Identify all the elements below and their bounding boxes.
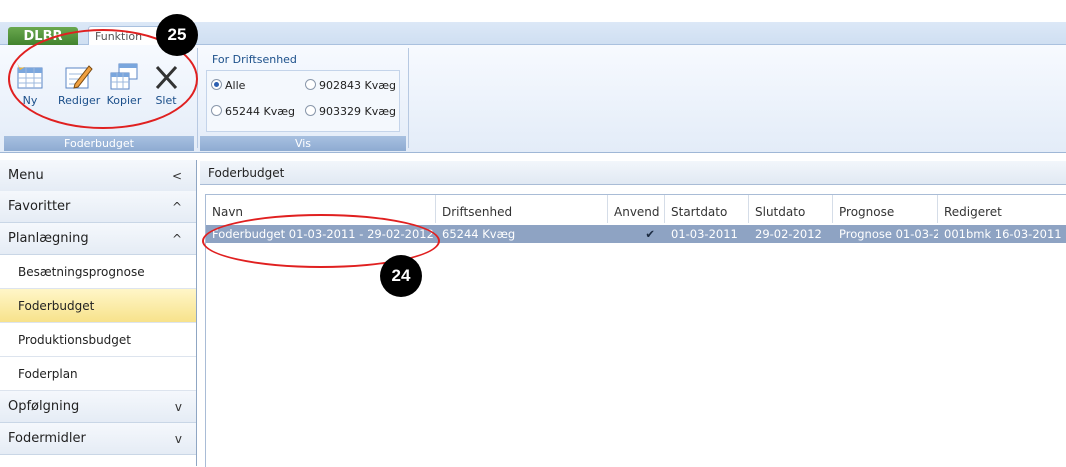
cell-redigeret: 001bmk 16-03-2011	[944, 227, 1062, 241]
radio-label: 903329 Kvæg	[319, 105, 396, 118]
nav-section-label: Fodermidler	[8, 431, 86, 446]
column-header-prognose[interactable]: Prognose	[833, 195, 938, 223]
chevron-down-icon: v	[174, 400, 182, 414]
radio-dot-icon	[305, 105, 316, 116]
radio-alle[interactable]: Alle	[211, 79, 245, 92]
nav-section-planlaegning[interactable]: Planlægning ^	[0, 223, 196, 255]
chevron-down-icon: v	[174, 432, 182, 446]
nav-section-label: Favoritter	[8, 199, 71, 214]
radio-dot-icon	[211, 105, 222, 116]
page-title: Foderbudget	[200, 161, 1066, 185]
ribbon-group-separator	[408, 48, 409, 148]
radio-65244[interactable]: 65244 Kvæg	[211, 105, 295, 118]
cell-startdato: 01-03-2011	[671, 227, 738, 241]
nav-item-foderbudget[interactable]: Foderbudget	[0, 289, 196, 323]
radio-902843[interactable]: 902843 Kvæg	[305, 79, 396, 92]
callout-badge-25: 25	[156, 14, 198, 56]
nav-item-besaetningsprognose[interactable]: Besætningsprognose	[0, 255, 196, 289]
column-header-driftsenhed[interactable]: Driftsenhed	[436, 195, 608, 223]
cell-prognose: Prognose 01-03-2011	[839, 227, 938, 241]
nav-section-fodermidler[interactable]: Fodermidler v	[0, 423, 196, 455]
nav-item-produktionsbudget[interactable]: Produktionsbudget	[0, 323, 196, 357]
group-footer-vis: Vis	[200, 136, 406, 151]
column-header-anvend[interactable]: Anvend	[608, 195, 665, 223]
collapse-menu-icon[interactable]: <	[172, 160, 182, 192]
chevron-up-icon: ^	[171, 200, 182, 214]
radio-dot-icon	[305, 79, 316, 90]
checkmark-icon[interactable]: ✔	[608, 225, 665, 243]
group-footer-foderbudget: Foderbudget	[4, 136, 194, 151]
radio-dot-icon	[211, 79, 222, 90]
navigation-pane: Menu < Favoritter ^ Planlægning ^ Besætn…	[0, 160, 197, 466]
ribbon-group-separator	[197, 48, 198, 148]
nav-section-label: Planlægning	[8, 231, 89, 246]
vis-group-title: For Driftsenhed	[212, 53, 297, 66]
radio-label: 902843 Kvæg	[319, 79, 396, 92]
nav-section-label: Opfølgning	[8, 399, 80, 414]
radio-903329[interactable]: 903329 Kvæg	[305, 105, 396, 118]
column-header-startdato[interactable]: Startdato	[665, 195, 749, 223]
radio-label: Alle	[225, 79, 246, 92]
column-header-slutdato[interactable]: Slutdato	[749, 195, 833, 223]
chevron-up-icon: ^	[171, 232, 182, 246]
callout-badge-24: 24	[380, 255, 422, 297]
nav-section-favoritter[interactable]: Favoritter ^	[0, 191, 196, 223]
menu-header: Menu <	[0, 160, 196, 192]
driftsenhed-radio-group: Alle 902843 Kvæg 65244 Kvæg 903329 Kvæg	[206, 70, 400, 132]
column-header-redigeret[interactable]: Redigeret	[938, 195, 1066, 223]
radio-label: 65244 Kvæg	[225, 105, 295, 118]
nav-section-opfoelgning[interactable]: Opfølgning v	[0, 391, 196, 423]
menu-title: Menu	[8, 168, 44, 183]
cell-driftsenhed: 65244 Kvæg	[442, 227, 516, 241]
cell-slutdato: 29-02-2012	[755, 227, 822, 241]
nav-item-foderplan[interactable]: Foderplan	[0, 357, 196, 391]
